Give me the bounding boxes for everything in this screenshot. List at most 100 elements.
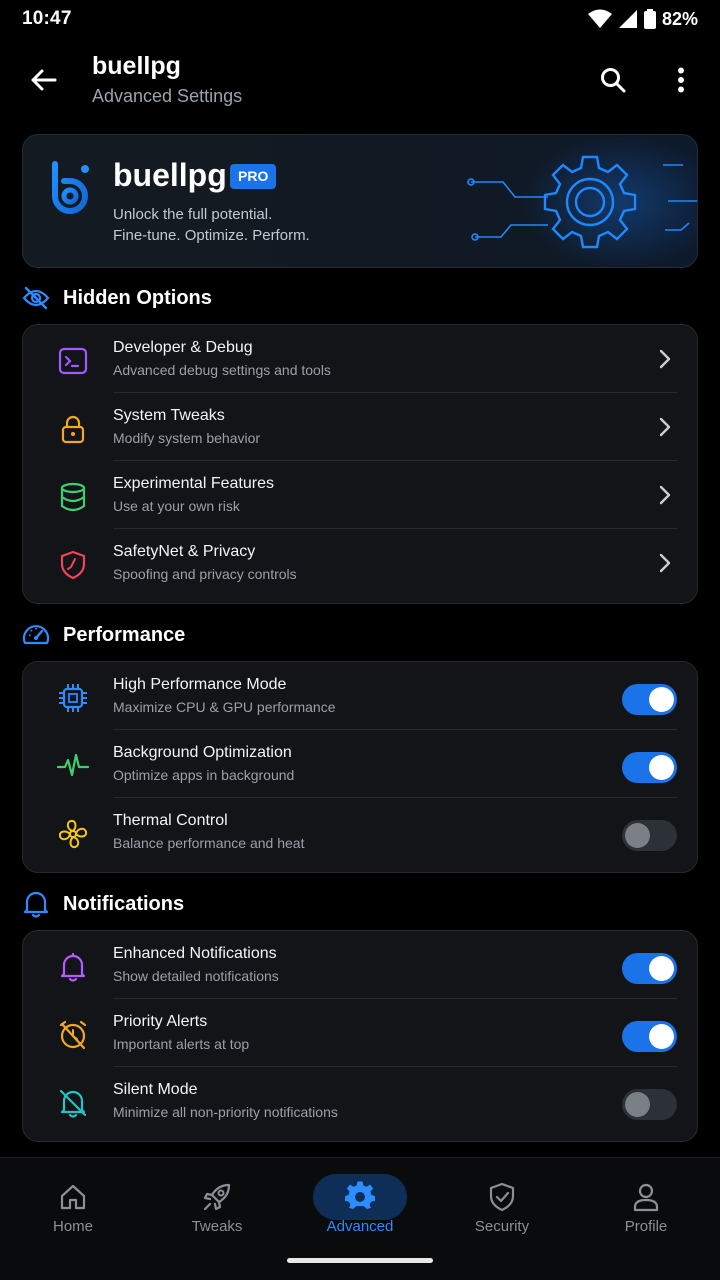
home-icon bbox=[26, 1174, 120, 1220]
list-item-priority-alerts[interactable]: Priority Alerts Important alerts at top bbox=[23, 999, 697, 1067]
nav-item-security[interactable]: Security bbox=[430, 1158, 574, 1258]
shield-check-icon bbox=[455, 1174, 549, 1220]
nav-label: Home bbox=[52, 1218, 93, 1235]
toggle-knob bbox=[649, 755, 674, 780]
nav-item-home[interactable]: Home bbox=[1, 1158, 145, 1258]
section-header-notifications: Notifications bbox=[22, 889, 184, 919]
banner-title: buellpg bbox=[113, 157, 227, 193]
status-bar: 10:47 82% bbox=[0, 0, 720, 38]
nav-item-profile[interactable]: Profile bbox=[574, 1158, 718, 1258]
arrow-left-icon bbox=[31, 69, 57, 91]
item-title: System Tweaks bbox=[113, 407, 225, 424]
pro-banner[interactable]: buellpg PRO Unlock the full potential. F… bbox=[22, 134, 698, 268]
list-item-system-tweaks[interactable]: System Tweaks Modify system behavior bbox=[23, 393, 697, 461]
item-title: SafetyNet & Privacy bbox=[113, 543, 256, 560]
person-icon bbox=[599, 1174, 693, 1220]
list-item-safetynet-privacy[interactable]: SafetyNet & Privacy Spoofing and privacy… bbox=[23, 529, 697, 597]
rocket-icon bbox=[170, 1174, 264, 1220]
item-title: Enhanced Notifications bbox=[113, 945, 277, 962]
shield-icon bbox=[57, 549, 89, 581]
item-subtitle: Optimize apps in background bbox=[113, 767, 295, 783]
pro-badge: PRO bbox=[230, 164, 277, 189]
notifications-card: Enhanced Notifications Show detailed not… bbox=[22, 930, 698, 1142]
background-optimization-toggle[interactable] bbox=[622, 752, 677, 783]
nav-label: Advanced bbox=[326, 1218, 394, 1235]
item-subtitle: Minimize all non-priority notifications bbox=[113, 1104, 338, 1120]
item-subtitle: Spoofing and privacy controls bbox=[113, 566, 297, 582]
terminal-icon bbox=[57, 345, 89, 377]
app-bar: buellpg Advanced Settings bbox=[0, 44, 720, 116]
search-button[interactable] bbox=[594, 62, 632, 98]
item-subtitle: Show detailed notifications bbox=[113, 968, 279, 984]
list-item-experimental-features[interactable]: Experimental Features Use at your own ri… bbox=[23, 461, 697, 529]
bell-icon bbox=[22, 890, 50, 918]
toggle-knob bbox=[625, 1092, 650, 1117]
hidden-options-card: Developer & Debug Advanced debug setting… bbox=[22, 324, 698, 604]
cpu-icon bbox=[57, 682, 89, 714]
bell-off-icon bbox=[57, 1087, 89, 1119]
gear-circuit-icon bbox=[467, 135, 697, 267]
banner-tagline-1: Unlock the full potential. bbox=[113, 206, 273, 223]
battery-icon bbox=[643, 9, 656, 29]
list-item-developer-debug[interactable]: Developer & Debug Advanced debug setting… bbox=[23, 325, 697, 393]
list-item-silent-mode[interactable]: Silent Mode Minimize all non-priority no… bbox=[23, 1067, 697, 1135]
item-title: Thermal Control bbox=[113, 812, 228, 829]
more-options-button[interactable] bbox=[662, 62, 700, 98]
search-icon bbox=[601, 68, 626, 93]
status-icons: 82% bbox=[587, 8, 698, 30]
performance-card: High Performance Mode Maximize CPU & GPU… bbox=[22, 661, 698, 873]
list-item-high-performance-mode[interactable]: High Performance Mode Maximize CPU & GPU… bbox=[23, 662, 697, 730]
item-subtitle: Advanced debug settings and tools bbox=[113, 362, 331, 378]
nav-item-advanced[interactable]: Advanced bbox=[288, 1158, 432, 1258]
item-title: Silent Mode bbox=[113, 1081, 198, 1098]
nav-label: Tweaks bbox=[191, 1218, 243, 1235]
wifi-icon bbox=[587, 9, 612, 28]
enhanced-notifications-toggle[interactable] bbox=[622, 953, 677, 984]
item-title: Developer & Debug bbox=[113, 339, 253, 356]
item-title: Background Optimization bbox=[113, 744, 292, 761]
alarm-off-icon bbox=[57, 1019, 89, 1051]
item-title: High Performance Mode bbox=[113, 676, 287, 693]
list-item-enhanced-notifications[interactable]: Enhanced Notifications Show detailed not… bbox=[23, 931, 697, 999]
section-title: Hidden Options bbox=[63, 286, 212, 309]
high-performance-toggle[interactable] bbox=[622, 684, 677, 715]
gear-icon bbox=[313, 1174, 407, 1220]
signal-icon bbox=[618, 10, 637, 28]
app-logo-icon bbox=[52, 161, 89, 214]
app-subtitle: Advanced Settings bbox=[92, 86, 243, 106]
item-title: Priority Alerts bbox=[113, 1013, 208, 1030]
chevron-right-icon bbox=[653, 483, 677, 507]
list-item-thermal-control[interactable]: Thermal Control Balance performance and … bbox=[23, 798, 697, 866]
item-subtitle: Use at your own risk bbox=[113, 498, 240, 514]
speedometer-icon bbox=[22, 621, 50, 649]
silent-mode-toggle[interactable] bbox=[622, 1089, 677, 1120]
section-header-hidden-options: Hidden Options bbox=[22, 283, 212, 313]
chevron-right-icon bbox=[653, 347, 677, 371]
banner-tagline-2: Fine-tune. Optimize. Perform. bbox=[113, 227, 310, 244]
nav-label: Profile bbox=[624, 1218, 668, 1235]
toggle-knob bbox=[649, 687, 674, 712]
thermal-control-toggle[interactable] bbox=[622, 820, 677, 851]
back-button[interactable] bbox=[24, 62, 62, 98]
database-icon bbox=[57, 481, 89, 513]
nav-item-tweaks[interactable]: Tweaks bbox=[145, 1158, 289, 1258]
item-subtitle: Maximize CPU & GPU performance bbox=[113, 699, 336, 715]
list-item-background-optimization[interactable]: Background Optimization Optimize apps in… bbox=[23, 730, 697, 798]
priority-alerts-toggle[interactable] bbox=[622, 1021, 677, 1052]
item-subtitle: Balance performance and heat bbox=[113, 835, 305, 851]
home-indicator[interactable] bbox=[287, 1258, 433, 1263]
item-title: Experimental Features bbox=[113, 475, 274, 492]
app-title: buellpg bbox=[92, 52, 181, 80]
pulse-icon bbox=[57, 750, 89, 782]
battery-percent: 82% bbox=[661, 8, 698, 29]
eye-off-icon bbox=[22, 284, 50, 312]
more-vert-icon bbox=[678, 67, 684, 93]
chevron-right-icon bbox=[653, 415, 677, 439]
section-header-performance: Performance bbox=[22, 620, 185, 650]
toggle-knob bbox=[649, 956, 674, 981]
item-subtitle: Important alerts at top bbox=[113, 1036, 250, 1052]
fan-icon bbox=[57, 818, 89, 850]
item-subtitle: Modify system behavior bbox=[113, 430, 261, 446]
toggle-knob bbox=[649, 1024, 674, 1049]
section-title: Notifications bbox=[63, 892, 185, 915]
